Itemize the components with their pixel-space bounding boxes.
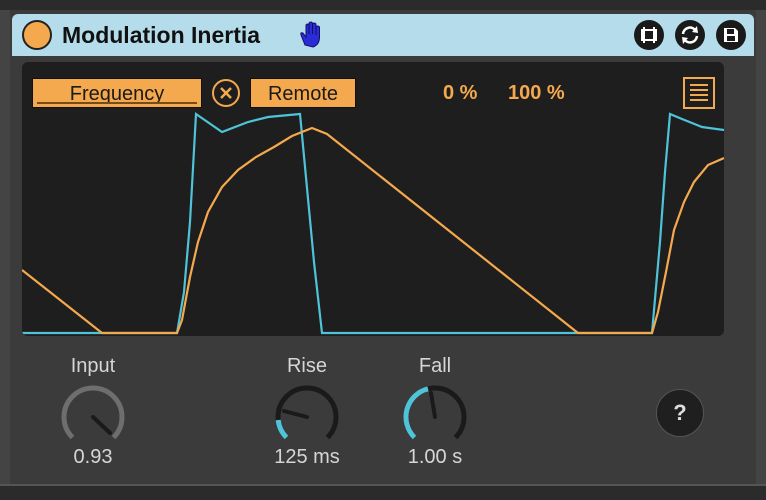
input-knob[interactable] <box>56 380 130 454</box>
fall-knob[interactable] <box>398 380 472 454</box>
device-title: Modulation Inertia <box>62 22 261 48</box>
list-menu-icon[interactable] <box>682 77 716 109</box>
input-label: Input <box>70 355 116 377</box>
device-power-button[interactable] <box>22 20 52 50</box>
range-min[interactable]: 0 % <box>443 78 477 108</box>
save-icon[interactable] <box>716 20 746 50</box>
fall-value: 1.00 s <box>407 446 463 468</box>
input-trace <box>22 111 724 335</box>
target-underline <box>37 102 197 104</box>
hand-icon <box>300 21 320 48</box>
top-strip <box>0 0 766 10</box>
remote-button[interactable]: Remote <box>250 78 356 108</box>
remote-label: Remote <box>267 83 339 105</box>
hot-swap-icon[interactable] <box>675 20 705 50</box>
rise-label: Rise <box>286 355 327 377</box>
left-edge <box>0 10 10 484</box>
right-edge <box>756 10 766 484</box>
device-window: Modulation Inertia Frequency Remote 0 % … <box>0 0 766 500</box>
help-button[interactable]: ? <box>656 389 704 437</box>
target-parameter-button[interactable]: Frequency <box>32 78 202 108</box>
output-trace <box>22 126 724 335</box>
rise-knob[interactable] <box>270 380 344 454</box>
fall-label: Fall <box>418 355 452 377</box>
resize-icon[interactable] <box>634 20 664 50</box>
rise-value: 125 ms <box>274 446 340 468</box>
input-value: 0.93 <box>73 446 113 468</box>
clear-mapping-icon[interactable] <box>210 77 242 109</box>
range-max[interactable]: 100 % <box>508 78 565 108</box>
